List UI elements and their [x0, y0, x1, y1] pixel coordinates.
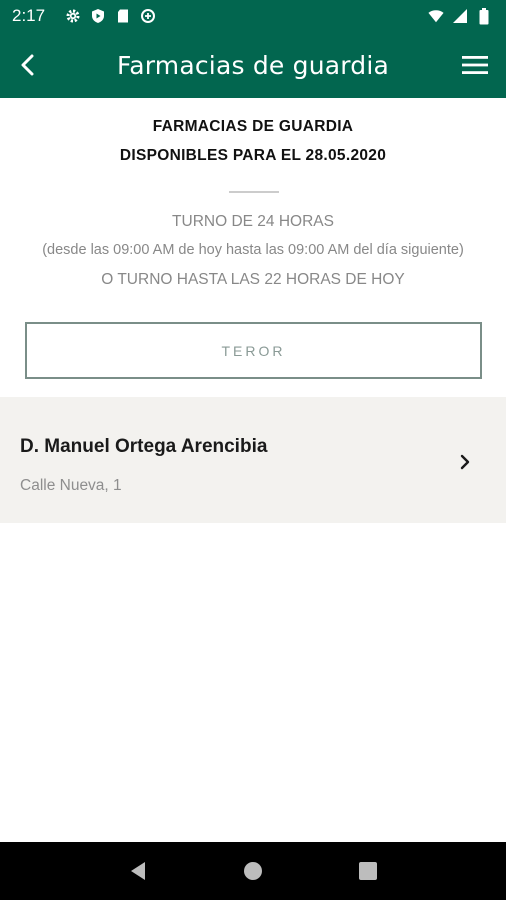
- shift-info-line-3: O TURNO HASTA LAS 22 HORAS DE HOY: [101, 271, 405, 288]
- sd-card-icon: [115, 8, 131, 24]
- status-bar-right: [428, 7, 492, 24]
- town-selector-label: TEROR: [221, 342, 286, 359]
- battery-icon: [476, 7, 492, 24]
- signal-icon: [452, 8, 468, 24]
- divider: [229, 191, 279, 193]
- chevron-left-icon[interactable]: [12, 49, 44, 81]
- shift-info-line-2: (desde las 09:00 AM de hoy hasta las 09:…: [42, 242, 464, 258]
- settings-icon: [65, 8, 81, 24]
- recents-square-icon[interactable]: [356, 859, 380, 883]
- data-saver-icon: [140, 8, 156, 24]
- hamburger-menu-icon[interactable]: [460, 51, 490, 79]
- pharmacy-address: Calle Nueva, 1: [20, 477, 122, 494]
- back-triangle-icon[interactable]: [126, 859, 150, 883]
- status-time: 2:17: [12, 6, 46, 25]
- status-bar: 2:17: [0, 0, 506, 32]
- chevron-right-icon: [458, 454, 472, 470]
- status-bar-left: 2:17: [12, 6, 156, 26]
- app-bar: Farmacias de guardia: [0, 32, 506, 98]
- town-selector-button[interactable]: TEROR: [25, 322, 482, 379]
- heading-line-2: DISPONIBLES PARA EL 28.05.2020: [119, 147, 387, 164]
- play-protect-icon: [90, 8, 106, 24]
- list-item[interactable]: D. Manuel Ortega Arencibia Calle Nueva, …: [0, 397, 506, 523]
- heading-line-1: FARMACIAS DE GUARDIA: [152, 118, 354, 135]
- page-title: Farmacias de guardia: [116, 50, 390, 80]
- home-circle-icon[interactable]: [241, 859, 265, 883]
- wifi-icon: [428, 8, 444, 24]
- shift-info-line-1: TURNO DE 24 HORAS: [172, 213, 334, 230]
- notification-icons: [65, 8, 156, 24]
- pharmacy-name: D. Manuel Ortega Arencibia: [20, 436, 268, 457]
- system-navigation-bar: [0, 842, 506, 900]
